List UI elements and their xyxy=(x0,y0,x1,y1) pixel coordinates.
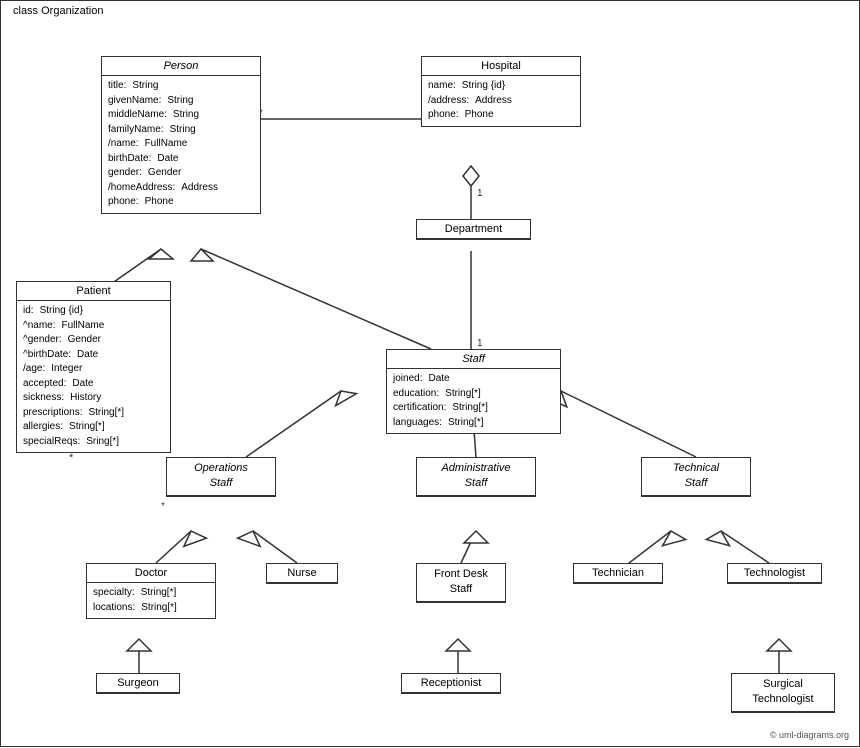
patient-header: Patient xyxy=(17,282,170,301)
doctor-class: Doctor specialty:String[*] locations:Str… xyxy=(86,563,216,619)
administrative-staff-class: AdministrativeStaff xyxy=(416,457,536,497)
person-class: Person title:String givenName:String mid… xyxy=(101,56,261,214)
hospital-class: Hospital name:String {id} /address:Addre… xyxy=(421,56,581,127)
svg-text:*: * xyxy=(69,452,74,464)
patient-body: id:String {id} ^name:FullName ^gender:Ge… xyxy=(17,301,170,452)
hospital-body: name:String {id} /address:Address phone:… xyxy=(422,76,580,126)
operations-staff-class: OperationsStaff xyxy=(166,457,276,497)
person-header: Person xyxy=(102,57,260,76)
technologist-class: Technologist xyxy=(727,563,822,584)
person-body: title:String givenName:String middleName… xyxy=(102,76,260,213)
surgical-technologist-class: SurgicalTechnologist xyxy=(731,673,835,713)
diagram-container: class Organization xyxy=(0,0,860,747)
operations-staff-header: OperationsStaff xyxy=(167,458,275,496)
surgeon-header: Surgeon xyxy=(97,674,179,693)
technical-staff-header: TechnicalStaff xyxy=(642,458,750,496)
svg-text:1: 1 xyxy=(477,188,483,199)
surgical-technologist-header: SurgicalTechnologist xyxy=(732,674,834,712)
staff-class: Staff joined:Date education:String[*] ce… xyxy=(386,349,561,434)
svg-text:*: * xyxy=(161,501,165,512)
front-desk-staff-header: Front DeskStaff xyxy=(417,564,505,602)
surgeon-class: Surgeon xyxy=(96,673,180,694)
department-header: Department xyxy=(417,220,530,239)
front-desk-staff-class: Front DeskStaff xyxy=(416,563,506,603)
administrative-staff-header: AdministrativeStaff xyxy=(417,458,535,496)
staff-body: joined:Date education:String[*] certific… xyxy=(387,369,560,433)
technical-staff-class: TechnicalStaff xyxy=(641,457,751,497)
department-class: Department xyxy=(416,219,531,240)
nurse-header: Nurse xyxy=(267,564,337,583)
technologist-header: Technologist xyxy=(728,564,821,583)
doctor-header: Doctor xyxy=(87,564,215,583)
patient-class: Patient id:String {id} ^name:FullName ^g… xyxy=(16,281,171,453)
diagram-title: class Organization xyxy=(9,5,108,17)
receptionist-class: Receptionist xyxy=(401,673,501,694)
doctor-body: specialty:String[*] locations:String[*] xyxy=(87,583,215,618)
staff-header: Staff xyxy=(387,350,560,369)
nurse-class: Nurse xyxy=(266,563,338,584)
receptionist-header: Receptionist xyxy=(402,674,500,693)
hospital-header: Hospital xyxy=(422,57,580,76)
copyright: © uml-diagrams.org xyxy=(770,730,849,740)
svg-text:1: 1 xyxy=(477,338,483,349)
technician-header: Technician xyxy=(574,564,662,583)
technician-class: Technician xyxy=(573,563,663,584)
